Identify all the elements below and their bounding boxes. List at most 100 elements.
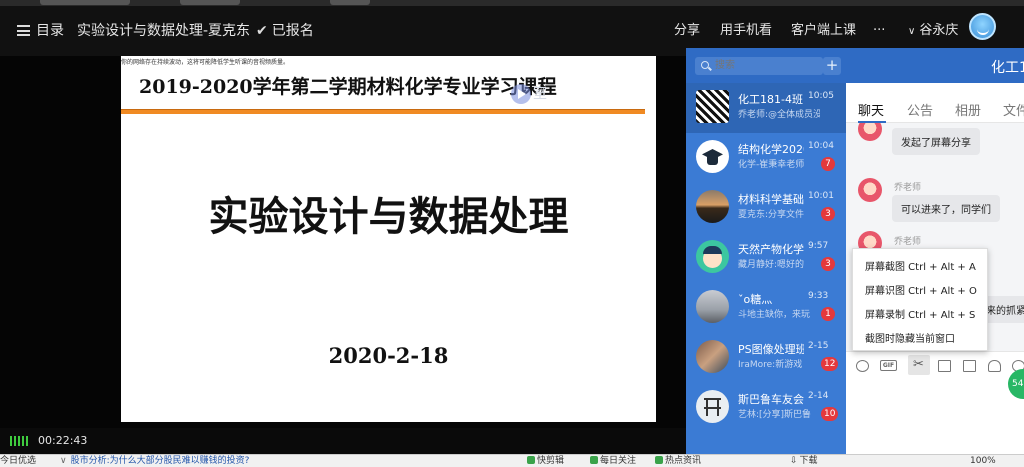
title-divider xyxy=(121,109,645,114)
message-sender: 乔老师 xyxy=(894,183,922,193)
conversation-preview: 化学-崔秉幸老师 xyxy=(738,160,805,170)
menu-item-screen-ocr[interactable]: 屏幕识图 Ctrl + Alt + O xyxy=(865,282,977,297)
screenshot-context-menu: 屏幕截图 Ctrl + Alt + A 屏幕识图 Ctrl + Alt + O … xyxy=(852,248,988,351)
network-notice: 你的网络存在持续波动，这将可能降低学生听课的音视频质量。 xyxy=(121,59,290,66)
conversation-preview: 夏克东:分享文件 xyxy=(738,210,805,220)
unread-badge: 12 xyxy=(821,357,839,371)
browser-status-bar: 今日优选 ∨ 股市分析:为什么大部分股民难以赚钱的投资? 快剪辑 每日关注 热点资… xyxy=(0,454,1024,467)
conversation-name: ˇo糖灬 xyxy=(738,293,773,306)
catalog-label: 目录 xyxy=(36,23,64,39)
watermark-text: 室 xyxy=(533,86,547,102)
today-picks-label: 今日优选 xyxy=(0,456,37,466)
message-bubble: 发起了屏幕分享 xyxy=(892,128,980,155)
landscape-avatar xyxy=(696,290,729,323)
tab-album[interactable]: 相册 xyxy=(955,100,981,119)
screen: 目录 实验设计与数据处理-夏克东 ✔ 已报名 分享 用手机看 客户端上课 ··· … xyxy=(0,0,1024,467)
conversation-time: 10:04 xyxy=(808,141,834,151)
daily-focus-button[interactable]: 每日关注 xyxy=(590,455,636,467)
scissors-icon: ✂ xyxy=(913,357,924,372)
player-status-bar: 00:22:43 xyxy=(0,428,686,454)
screenshot-button[interactable]: ✂ xyxy=(908,355,930,375)
bell-icon[interactable] xyxy=(988,360,1001,372)
audio-level-icon xyxy=(10,436,32,446)
slide-date: 2020-2-18 xyxy=(328,343,449,368)
conversation-preview: 斗地主缺你，来玩 xyxy=(738,310,811,320)
unread-badge: 3 xyxy=(821,257,835,271)
user-avatar[interactable] xyxy=(969,13,996,40)
conversation-list: 化工181-4班 10:05 乔老师:@全体成员没 结构化学2020 10:04… xyxy=(686,83,846,454)
conversation-time: 2-14 xyxy=(808,391,829,401)
chevron-down-icon: ∨ xyxy=(908,26,916,37)
user-name: 谷永庆 xyxy=(919,23,959,38)
conversation-item[interactable]: PS图像处理班 2-15 IraMore:新游戏 12 xyxy=(686,333,846,383)
top-strip-segment xyxy=(180,0,240,5)
catalog-button[interactable]: 目录 xyxy=(17,6,64,56)
menu-item-screen-record[interactable]: 屏幕录制 Ctrl + Alt + S xyxy=(865,306,975,321)
chat-tabs: 聊天 公告 相册 文件 xyxy=(846,83,1024,123)
enrolled-status[interactable]: ✔ 已报名 xyxy=(256,6,314,56)
download-button[interactable]: ⇩ 下载 xyxy=(790,455,818,467)
tower-avatar xyxy=(696,390,729,423)
download-label: 下载 xyxy=(799,456,818,466)
menu-icon xyxy=(17,25,30,36)
play-icon xyxy=(511,84,531,104)
gif-icon[interactable]: GIF xyxy=(880,360,897,371)
conversation-preview: IraMore:新游戏 xyxy=(738,360,803,370)
conversation-name: 材料科学基础 xyxy=(738,193,804,206)
chat-toolbar: GIF ✂ xyxy=(846,351,1024,379)
daily-focus-label: 每日关注 xyxy=(600,456,637,466)
qr-avatar xyxy=(696,90,729,123)
conversation-name: PS图像处理班 xyxy=(738,343,804,356)
unread-badge: 7 xyxy=(821,157,835,171)
quick-clip-button[interactable]: 快剪辑 xyxy=(527,455,564,467)
conversation-item[interactable]: 化工181-4班 10:05 乔老师:@全体成员没 xyxy=(686,83,846,133)
news-headline-link[interactable]: ∨ 股市分析:为什么大部分股民难以赚钱的投资? xyxy=(60,455,249,467)
message-sender: 乔老师 xyxy=(894,237,922,247)
conversation-item[interactable]: 斯巴鲁车友会 2-14 艺林:[分享]斯巴鲁 10 xyxy=(686,383,846,433)
conversation-item[interactable]: 天然产物化学 9:57 藏月静好:嗯好的 3 xyxy=(686,233,846,283)
chevron-icon: ∨ xyxy=(60,456,67,466)
conversation-name: 结构化学2020 xyxy=(738,143,804,156)
cartoon-avatar xyxy=(696,240,729,273)
sender-avatar xyxy=(858,178,882,202)
slide-main-title: 实验设计与数据处理 xyxy=(208,193,569,240)
zoom-level[interactable]: 100% xyxy=(970,455,996,467)
eye-icon xyxy=(590,456,598,464)
enrolled-label: 已报名 xyxy=(271,23,314,39)
tab-files[interactable]: 文件 xyxy=(1003,100,1024,119)
message-input[interactable] xyxy=(846,379,1024,454)
unread-badge: 10 xyxy=(821,407,839,421)
tab-announcement[interactable]: 公告 xyxy=(907,100,933,119)
unread-badge: 1 xyxy=(821,307,835,321)
conversation-time: 10:05 xyxy=(808,91,834,101)
menu-item-screenshot[interactable]: 屏幕截图 Ctrl + Alt + A xyxy=(865,258,976,273)
image-icon[interactable] xyxy=(963,360,976,372)
conversation-time: 9:33 xyxy=(808,291,829,301)
search-input[interactable] xyxy=(695,57,823,75)
search-icon xyxy=(701,61,709,69)
news-icon xyxy=(655,456,663,464)
quick-clip-label: 快剪辑 xyxy=(537,456,565,466)
slide-title: 2019-2020学年第二学期材料化学专业学习课程 xyxy=(139,76,557,98)
graduation-cap-avatar xyxy=(696,140,729,173)
hot-news-label: 热点资讯 xyxy=(665,456,702,466)
message-bubble: 来的抓紧 xyxy=(982,296,1024,323)
emoji-icon[interactable] xyxy=(856,360,869,372)
top-strip-segment xyxy=(40,0,130,5)
shared-screen-slide: 你的网络存在持续波动，这将可能降低学生听课的音视频质量。 2019-2020学年… xyxy=(121,56,656,422)
conversation-item[interactable]: 材料科学基础 10:01 夏克东:分享文件 3 xyxy=(686,183,846,233)
headline-text: 股市分析:为什么大部分股民难以赚钱的投资? xyxy=(70,456,250,466)
conversation-item[interactable]: ˇo糖灬 9:33 斗地主缺你，来玩 1 xyxy=(686,283,846,333)
menu-item-hide-window[interactable]: 截图时隐藏当前窗口 xyxy=(865,330,955,345)
message-bubble: 可以进来了，同学们 xyxy=(892,195,1000,222)
conversation-name: 天然产物化学 xyxy=(738,243,804,256)
add-button[interactable]: + xyxy=(823,57,841,75)
conversation-item[interactable]: 结构化学2020 10:04 化学-崔秉幸老师 7 xyxy=(686,133,846,183)
hot-news-button[interactable]: 热点资讯 xyxy=(655,455,701,467)
tab-chat[interactable]: 聊天 xyxy=(858,100,884,119)
conversation-name: 斯巴鲁车友会 xyxy=(738,393,804,406)
course-title: 实验设计与数据处理-夏克东 xyxy=(77,23,251,39)
chat-window-title: 化工1 xyxy=(991,60,1024,76)
folder-icon[interactable] xyxy=(938,360,951,372)
conversation-name: 化工181-4班 xyxy=(738,93,803,106)
